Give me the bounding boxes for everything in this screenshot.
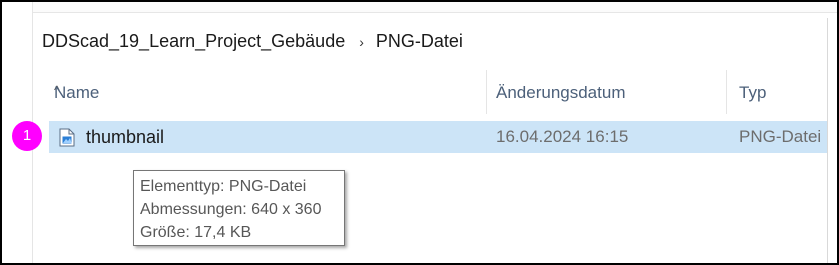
scrollbar-track[interactable] (827, 18, 828, 263)
tooltip-size: Größe: 17,4 KB (140, 224, 252, 241)
file-row-thumbnail[interactable]: thumbnail 16.04.2024 16:15 PNG-Datei (49, 121, 827, 153)
file-type: PNG-Datei (739, 127, 822, 146)
tooltip-element-type: Elementtyp: PNG-Datei (140, 178, 307, 195)
column-header-name[interactable]: ^ Name (32, 70, 486, 114)
breadcrumb-item-project[interactable]: DDScad_19_Learn_Project_Gebäude (42, 31, 345, 52)
column-header-row: ^ Name Änderungsdatum Typ (32, 70, 837, 114)
tooltip-dimensions: Abmessungen: 640 x 360 (140, 201, 322, 218)
breadcrumb-item-png-datei[interactable]: PNG-Datei (376, 31, 463, 52)
column-header-date-label: Änderungsdatum (496, 83, 626, 102)
png-file-icon (59, 128, 75, 147)
breadcrumb: DDScad_19_Learn_Project_Gebäude › PNG-Da… (42, 31, 463, 52)
column-header-type-label: Typ (739, 83, 767, 102)
column-header-name-label: Name (54, 83, 100, 102)
file-explorer-window: DDScad_19_Learn_Project_Gebäude › PNG-Da… (0, 0, 839, 265)
chevron-right-icon[interactable]: › (359, 34, 364, 50)
file-info-tooltip: Elementtyp: PNG-Datei Abmessungen: 640 x… (133, 170, 345, 246)
column-header-date[interactable]: Änderungsdatum (486, 70, 726, 114)
step-callout-badge: 1 (12, 121, 42, 151)
file-modified-date: 16.04.2024 16:15 (496, 127, 629, 146)
column-header-type[interactable]: Typ (726, 70, 836, 114)
file-name: thumbnail (86, 127, 165, 147)
toolbar-strip (32, 2, 837, 13)
